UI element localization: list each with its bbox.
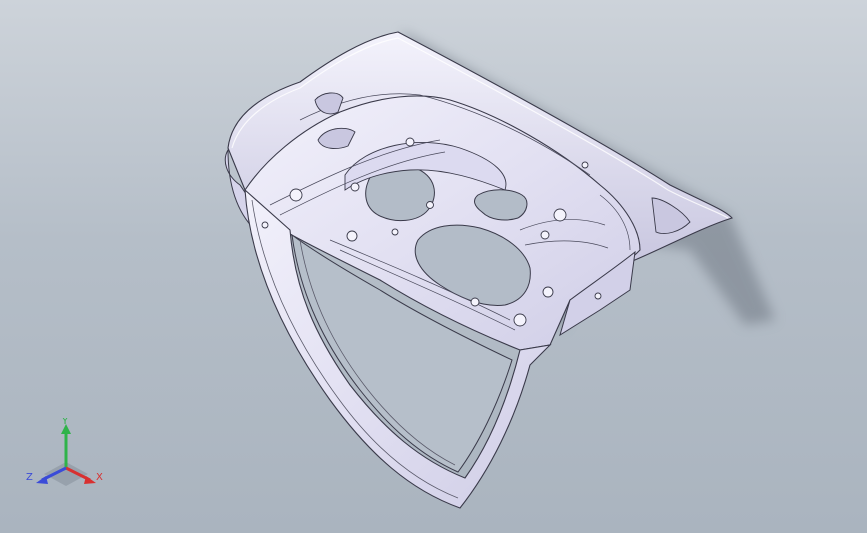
z-axis-label: Z — [26, 472, 33, 483]
x-axis-arrow-icon — [84, 476, 96, 484]
x-axis-label: X — [96, 472, 103, 483]
z-axis-arrow-icon — [36, 476, 48, 484]
cad-model-view[interactable] — [0, 0, 867, 533]
view-orientation-triad[interactable]: Y X Z — [24, 418, 108, 494]
graphics-viewport[interactable]: Y X Z — [0, 0, 867, 533]
y-axis-label: Y — [61, 418, 69, 427]
